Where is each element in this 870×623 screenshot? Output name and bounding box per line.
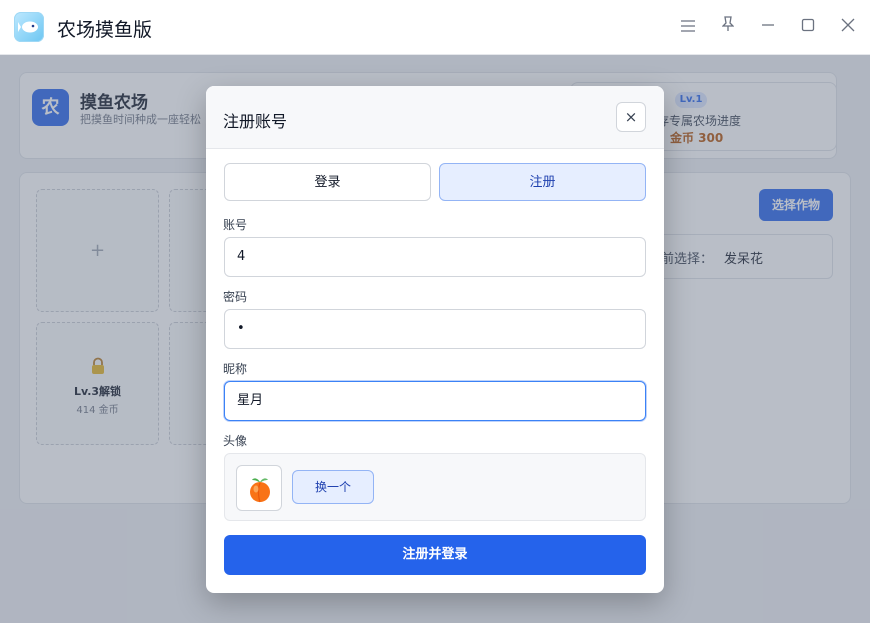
account-input[interactable]: 4 [224,237,646,277]
nickname-label: 昵称 [223,362,248,376]
avatar [236,465,282,511]
register-and-login-button[interactable]: 注册并登录 [224,535,646,575]
close-icon[interactable] [836,15,860,39]
nickname-input[interactable]: 星月 [224,381,646,421]
register-dialog: 注册账号 × 登录 注册 账号 4 密码 • 昵称 星月 头像 换一个 注册并登… [206,86,664,593]
minimize-icon[interactable] [756,15,780,39]
title-bar: 农场摸鱼版 [0,0,870,55]
dialog-header: 注册账号 × [206,86,664,149]
dialog-title: 注册账号 [223,112,288,131]
peach-icon [250,478,270,503]
avatar-label: 头像 [223,434,248,448]
password-input[interactable]: • [224,309,646,349]
password-label: 密码 [223,290,248,304]
avatar-picker: 换一个 [224,453,646,521]
swap-avatar-button[interactable]: 换一个 [292,470,374,504]
app-title: 农场摸鱼版 [57,19,153,41]
app-logo-icon [14,12,44,42]
menu-icon[interactable] [676,15,700,39]
maximize-icon[interactable] [796,15,820,39]
account-label: 账号 [223,218,248,232]
pin-icon[interactable] [716,15,740,39]
dialog-close-button[interactable]: × [616,102,646,132]
tab-register[interactable]: 注册 [439,163,646,201]
tab-login[interactable]: 登录 [224,163,431,201]
